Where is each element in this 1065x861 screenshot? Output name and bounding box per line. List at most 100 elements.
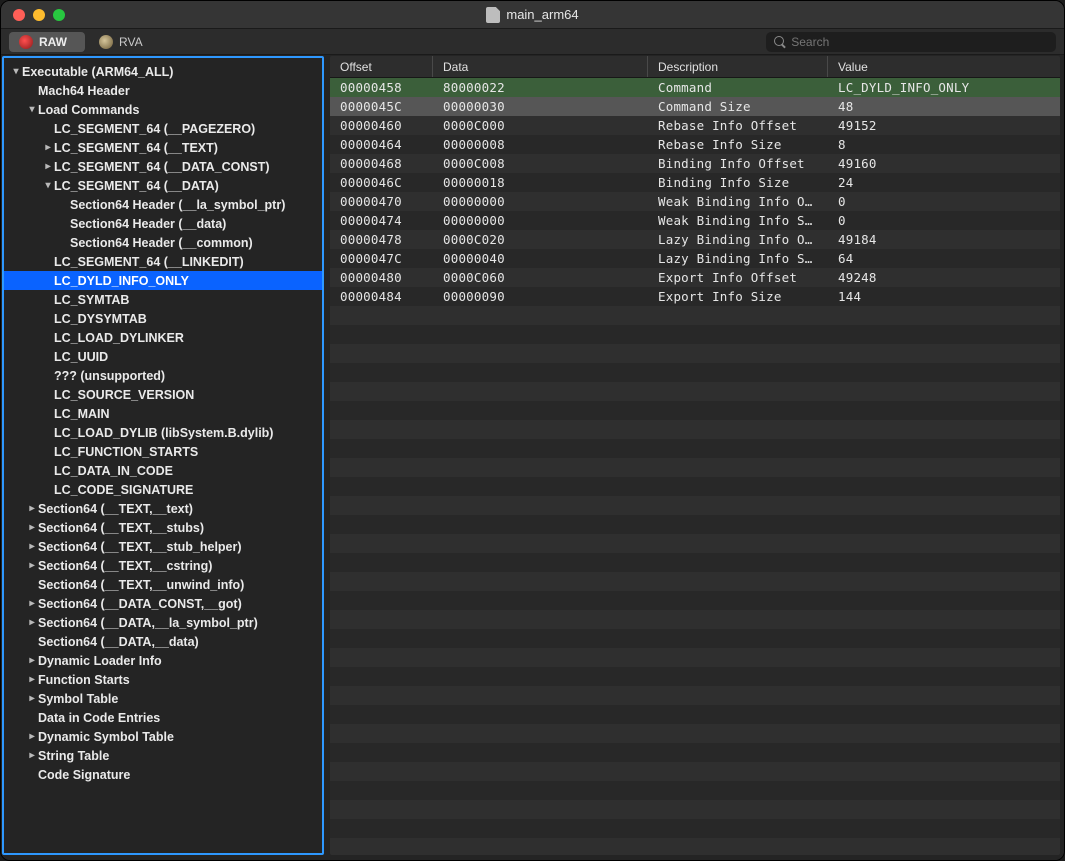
tree-item[interactable]: ▸Section64 (__TEXT,__stubs) bbox=[4, 518, 322, 537]
tree-item[interactable]: ??? (unsupported) bbox=[4, 366, 322, 385]
table-row[interactable]: 0000046C00000018Binding Info Size24 bbox=[330, 173, 1060, 192]
empty-row bbox=[330, 667, 1060, 686]
tree-item[interactable]: ▸Symbol Table bbox=[4, 689, 322, 708]
tree-item-label: LC_DATA_IN_CODE bbox=[54, 464, 173, 478]
empty-row bbox=[330, 705, 1060, 724]
zoom-icon[interactable] bbox=[53, 9, 65, 21]
search-field[interactable] bbox=[766, 32, 1056, 52]
tree-item[interactable]: LC_LOAD_DYLIB (libSystem.B.dylib) bbox=[4, 423, 322, 442]
chevron-down-icon[interactable]: ▾ bbox=[10, 66, 22, 77]
chevron-right-icon[interactable]: ▸ bbox=[26, 674, 38, 685]
chevron-right-icon[interactable]: ▸ bbox=[26, 503, 38, 514]
table-row[interactable]: 0000046400000008Rebase Info Size8 bbox=[330, 135, 1060, 154]
content-area: ▾Executable (ARM64_ALL)Mach64 Header▾Loa… bbox=[1, 55, 1064, 860]
tree-item[interactable]: ▸Section64 (__TEXT,__cstring) bbox=[4, 556, 322, 575]
cell-value: 49152 bbox=[828, 118, 1060, 133]
tree-item[interactable]: ▸Function Starts bbox=[4, 670, 322, 689]
table-body[interactable]: 0000045880000022CommandLC_DYLD_INFO_ONLY… bbox=[330, 78, 1060, 855]
table-row[interactable]: 000004800000C060Export Info Offset49248 bbox=[330, 268, 1060, 287]
tree-item[interactable]: LC_SYMTAB bbox=[4, 290, 322, 309]
tree-item[interactable]: LC_DYSYMTAB bbox=[4, 309, 322, 328]
chevron-right-icon[interactable]: ▸ bbox=[26, 731, 38, 742]
tree-item[interactable]: LC_SOURCE_VERSION bbox=[4, 385, 322, 404]
cell-offset: 00000474 bbox=[330, 213, 433, 228]
chevron-right-icon[interactable]: ▸ bbox=[26, 655, 38, 666]
tree-item[interactable]: LC_MAIN bbox=[4, 404, 322, 423]
cell-offset: 00000468 bbox=[330, 156, 433, 171]
tree-item[interactable]: Section64 Header (__common) bbox=[4, 233, 322, 252]
tree-item[interactable]: ▸String Table bbox=[4, 746, 322, 765]
tree-item[interactable]: ▾Executable (ARM64_ALL) bbox=[4, 62, 322, 81]
table-row[interactable]: 0000047000000000Weak Binding Info Offset… bbox=[330, 192, 1060, 211]
chevron-right-icon[interactable]: ▸ bbox=[26, 522, 38, 533]
tree-item[interactable]: ▾Load Commands bbox=[4, 100, 322, 119]
tree-item[interactable]: ▸Dynamic Loader Info bbox=[4, 651, 322, 670]
tree-item[interactable]: ▸LC_SEGMENT_64 (__TEXT) bbox=[4, 138, 322, 157]
cell-data: 80000022 bbox=[433, 80, 648, 95]
tree-item[interactable]: Section64 Header (__data) bbox=[4, 214, 322, 233]
tree-item-label: Function Starts bbox=[38, 673, 130, 687]
cell-data: 00000018 bbox=[433, 175, 648, 190]
tree-item-label: LC_DYSYMTAB bbox=[54, 312, 147, 326]
close-icon[interactable] bbox=[13, 9, 25, 21]
tree-item[interactable]: Section64 (__DATA,__data) bbox=[4, 632, 322, 651]
table-row[interactable]: 0000045C00000030Command Size48 bbox=[330, 97, 1060, 116]
tree-item[interactable]: Section64 Header (__la_symbol_ptr) bbox=[4, 195, 322, 214]
cell-value: 49160 bbox=[828, 156, 1060, 171]
search-input[interactable] bbox=[791, 35, 1048, 49]
chevron-right-icon[interactable]: ▸ bbox=[26, 750, 38, 761]
tree-item[interactable]: LC_SEGMENT_64 (__PAGEZERO) bbox=[4, 119, 322, 138]
table-row[interactable]: 0000048400000090Export Info Size144 bbox=[330, 287, 1060, 306]
cell-description: Command bbox=[648, 80, 828, 95]
tree-item[interactable]: LC_DYLD_INFO_ONLY bbox=[4, 271, 322, 290]
tree-item-label: LC_SEGMENT_64 (__DATA) bbox=[54, 179, 219, 193]
tree-item[interactable]: LC_DATA_IN_CODE bbox=[4, 461, 322, 480]
tree-item[interactable]: ▸Section64 (__TEXT,__stub_helper) bbox=[4, 537, 322, 556]
tree-item[interactable]: Mach64 Header bbox=[4, 81, 322, 100]
chevron-down-icon[interactable]: ▾ bbox=[26, 104, 38, 115]
tree-item[interactable]: ▾LC_SEGMENT_64 (__DATA) bbox=[4, 176, 322, 195]
mode-rva-button[interactable]: RVA bbox=[89, 32, 161, 52]
th-description[interactable]: Description bbox=[648, 56, 828, 77]
table-row[interactable]: 0000047C00000040Lazy Binding Info Size64 bbox=[330, 249, 1060, 268]
chevron-right-icon[interactable]: ▸ bbox=[42, 142, 54, 153]
chevron-down-icon[interactable]: ▾ bbox=[42, 180, 54, 191]
table-row[interactable]: 000004600000C000Rebase Info Offset49152 bbox=[330, 116, 1060, 135]
table-row[interactable]: 0000047400000000Weak Binding Info Size0 bbox=[330, 211, 1060, 230]
tree-item[interactable]: ▸Dynamic Symbol Table bbox=[4, 727, 322, 746]
tree-item[interactable]: LC_LOAD_DYLINKER bbox=[4, 328, 322, 347]
table-row[interactable]: 0000045880000022CommandLC_DYLD_INFO_ONLY bbox=[330, 78, 1060, 97]
chevron-right-icon[interactable]: ▸ bbox=[26, 617, 38, 628]
tree-item[interactable]: Data in Code Entries bbox=[4, 708, 322, 727]
tree-item[interactable]: ▸Section64 (__TEXT,__text) bbox=[4, 499, 322, 518]
cell-data: 0000C020 bbox=[433, 232, 648, 247]
tree-item[interactable]: ▸Section64 (__DATA,__la_symbol_ptr) bbox=[4, 613, 322, 632]
document-icon bbox=[486, 7, 500, 23]
th-offset[interactable]: Offset bbox=[330, 56, 433, 77]
tree-item[interactable]: ▸Section64 (__DATA_CONST,__got) bbox=[4, 594, 322, 613]
tree-item-label: Load Commands bbox=[38, 103, 139, 117]
tree-item[interactable]: LC_UUID bbox=[4, 347, 322, 366]
empty-row bbox=[330, 629, 1060, 648]
tree-item[interactable]: Code Signature bbox=[4, 765, 322, 784]
chevron-right-icon[interactable]: ▸ bbox=[26, 693, 38, 704]
tree-item[interactable]: LC_FUNCTION_STARTS bbox=[4, 442, 322, 461]
cell-data: 00000030 bbox=[433, 99, 648, 114]
chevron-right-icon[interactable]: ▸ bbox=[26, 541, 38, 552]
chevron-right-icon[interactable]: ▸ bbox=[26, 560, 38, 571]
tree-item[interactable]: LC_SEGMENT_64 (__LINKEDIT) bbox=[4, 252, 322, 271]
minimize-icon[interactable] bbox=[33, 9, 45, 21]
mode-raw-button[interactable]: RAW bbox=[9, 32, 85, 52]
table-row[interactable]: 000004780000C020Lazy Binding Info Offset… bbox=[330, 230, 1060, 249]
th-data[interactable]: Data bbox=[433, 56, 648, 77]
empty-row bbox=[330, 724, 1060, 743]
th-value[interactable]: Value bbox=[828, 56, 1060, 77]
structure-tree[interactable]: ▾Executable (ARM64_ALL)Mach64 Header▾Loa… bbox=[2, 56, 324, 855]
chevron-right-icon[interactable]: ▸ bbox=[42, 161, 54, 172]
tree-item[interactable]: ▸LC_SEGMENT_64 (__DATA_CONST) bbox=[4, 157, 322, 176]
tree-item[interactable]: LC_CODE_SIGNATURE bbox=[4, 480, 322, 499]
chevron-right-icon[interactable]: ▸ bbox=[26, 598, 38, 609]
empty-row bbox=[330, 838, 1060, 855]
tree-item[interactable]: Section64 (__TEXT,__unwind_info) bbox=[4, 575, 322, 594]
table-row[interactable]: 000004680000C008Binding Info Offset49160 bbox=[330, 154, 1060, 173]
